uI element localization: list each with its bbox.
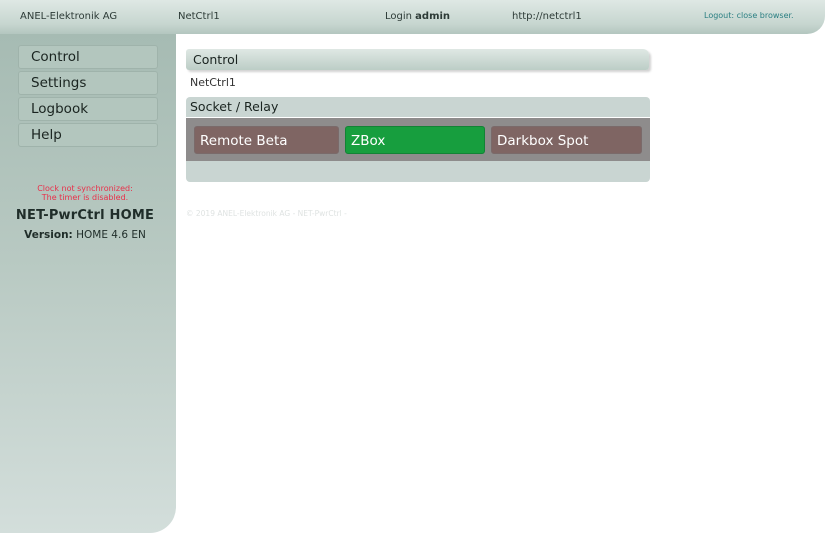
version-value: HOME 4.6 EN	[76, 229, 146, 241]
sidebar-item-control[interactable]: Control	[18, 45, 158, 69]
company-name: ANEL-Elektronik AG	[20, 11, 118, 22]
sidebar: Control Settings Logbook Help Clock not …	[0, 34, 176, 533]
device-name: NetCtrl1	[190, 76, 236, 89]
relay-strip: Remote Beta ZBox Darkbox Spot	[186, 118, 650, 161]
relay-button-remote-beta[interactable]: Remote Beta	[194, 126, 339, 154]
relay-button-darkbox-spot[interactable]: Darkbox Spot	[491, 126, 642, 154]
section-footer	[186, 161, 650, 182]
login-status: Login admin	[385, 11, 450, 22]
top-bar: ANEL-Elektronik AG NetCtrl1 Login admin …	[0, 0, 825, 34]
clock-warning: Clock not synchronized: The timer is dis…	[0, 184, 170, 202]
device-url: http://netctrl1	[512, 11, 582, 22]
product-name: NET-PwrCtrl HOME	[15, 208, 155, 223]
sidebar-item-settings[interactable]: Settings	[18, 71, 158, 95]
clock-warning-line-2: The timer is disabled.	[41, 193, 129, 202]
sidebar-item-help[interactable]: Help	[18, 123, 158, 147]
clock-warning-line-1: Clock not synchronized:	[37, 184, 133, 193]
copyright: © 2019 ANEL-Elektronik AG - NET-PwrCtrl …	[186, 209, 347, 218]
version-label: Version:	[24, 229, 73, 241]
version-info: Version: HOME 4.6 EN	[0, 229, 170, 241]
page-title: Control	[186, 49, 649, 70]
sidebar-item-logbook[interactable]: Logbook	[18, 97, 158, 121]
relay-button-zbox[interactable]: ZBox	[345, 126, 485, 154]
section-header-socket-relay: Socket / Relay	[186, 97, 650, 117]
login-user: admin	[415, 11, 451, 22]
login-prefix: Login	[385, 11, 412, 22]
device-name-header: NetCtrl1	[178, 11, 220, 22]
logout-link[interactable]: Logout: close browser.	[704, 11, 794, 20]
